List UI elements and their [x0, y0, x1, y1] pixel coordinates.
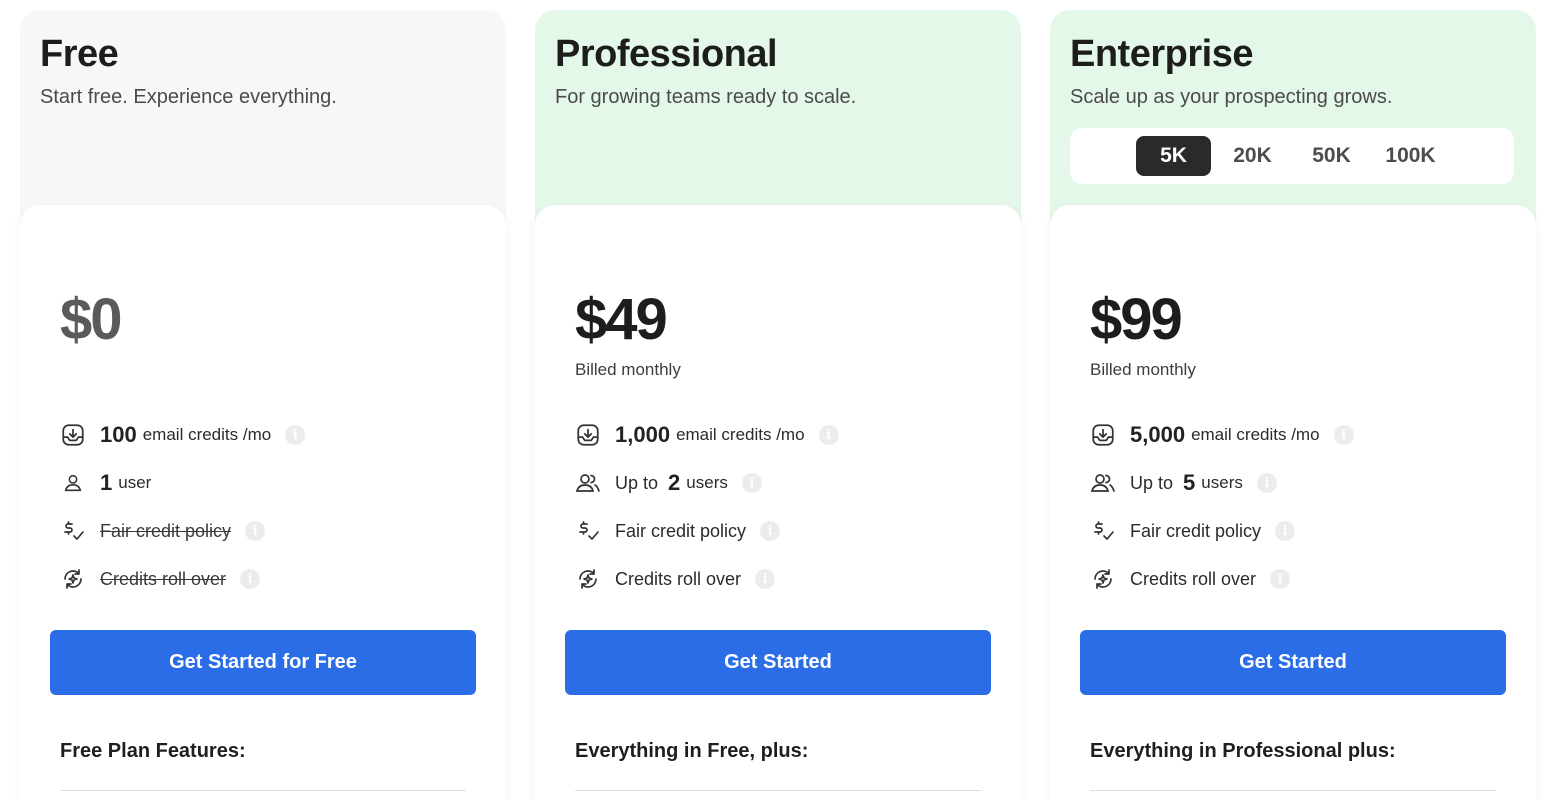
feature-label: users — [1201, 473, 1243, 492]
dollar-check-icon — [575, 518, 601, 544]
feature-label: Credits roll over — [1130, 568, 1257, 589]
feature-label: email credits /mo — [676, 425, 805, 444]
info-icon[interactable]: i — [1270, 569, 1291, 589]
plan-professional: Professional For growing teams ready to … — [535, 10, 1021, 800]
plan-card: $0 100 email credits /mo i 1 user Fair c… — [20, 205, 506, 800]
includes-heading: Everything in Free, plus: — [575, 740, 809, 762]
feature-rollover: Credits roll over i — [1090, 555, 1506, 603]
info-icon[interactable]: i — [240, 569, 261, 589]
feature-label: Fair credit policy — [615, 520, 747, 541]
info-icon[interactable]: i — [760, 521, 781, 541]
feature-value: 2 — [668, 470, 681, 495]
feature-value: 1,000 — [615, 422, 671, 447]
feature-value: 5 — [1183, 470, 1196, 495]
feature-label: email credits /mo — [1191, 425, 1320, 444]
feature-label: users — [686, 473, 728, 492]
feature-list: 1,000 email credits /mo i Up to 2 users … — [575, 411, 991, 603]
feature-list: 5,000 email credits /mo i Up to 5 users … — [1090, 411, 1506, 603]
feature-label: Credits roll over — [100, 568, 227, 589]
plan-header: Enterprise Scale up as your prospecting … — [1070, 32, 1516, 110]
get-started-button[interactable]: Get Started — [565, 630, 991, 695]
feature-email-credits: 1,000 email credits /mo i — [575, 411, 991, 459]
plan-title: Free — [40, 33, 119, 75]
info-icon[interactable]: i — [245, 521, 266, 541]
feature-label: Fair credit policy — [100, 520, 232, 541]
tier-option-20k[interactable]: 20K — [1215, 136, 1290, 176]
plan-enterprise: Enterprise Scale up as your prospecting … — [1050, 10, 1536, 800]
rollover-sparkle-icon — [575, 566, 601, 592]
plan-free: Free Start free. Experience everything. … — [20, 10, 506, 800]
tier-option-100k[interactable]: 100K — [1373, 136, 1448, 176]
feature-label: user — [118, 473, 152, 492]
plan-subtitle: Scale up as your prospecting grows. — [1070, 86, 1393, 108]
user-icon — [60, 470, 86, 496]
feature-users: 1 user — [60, 459, 476, 507]
feature-label: email credits /mo — [142, 425, 272, 444]
feature-label: Credits roll over — [615, 568, 742, 589]
info-icon[interactable]: i — [741, 473, 762, 493]
plan-card: $99 Billed monthly 5,000 email credits /… — [1050, 205, 1536, 800]
get-started-free-button[interactable]: Get Started for Free — [50, 630, 476, 695]
feature-email-credits: 5,000 email credits /mo i — [1090, 411, 1506, 459]
billing-period: Billed monthly — [575, 360, 681, 379]
tier-option-5k[interactable]: 5K — [1136, 136, 1211, 176]
price: $49 — [575, 287, 668, 352]
users-icon — [575, 470, 601, 496]
price: $0 — [60, 287, 122, 352]
feature-value: 1 — [100, 470, 113, 495]
feature-fair-credit: Fair credit policy i — [1090, 507, 1506, 555]
feature-prefix: Up to — [1130, 472, 1179, 493]
rollover-sparkle-icon — [60, 566, 86, 592]
tier-selector: 5K 20K 50K 100K — [1070, 128, 1514, 184]
billing-period: Billed monthly — [1090, 360, 1196, 379]
inbox-download-icon — [1090, 422, 1116, 448]
includes-heading: Free Plan Features: — [60, 740, 246, 762]
divider — [1090, 790, 1496, 791]
plan-header: Free Start free. Experience everything. — [40, 32, 486, 110]
plan-subtitle: For growing teams ready to scale. — [555, 86, 857, 108]
divider — [60, 790, 466, 791]
divider — [575, 790, 981, 791]
feature-fair-credit: Fair credit policy i — [575, 507, 991, 555]
dollar-check-icon — [60, 518, 86, 544]
dollar-check-icon — [1090, 518, 1116, 544]
feature-list: 100 email credits /mo i 1 user Fair cred… — [60, 411, 476, 603]
feature-prefix: Up to — [615, 472, 664, 493]
feature-users: Up to 5 users i — [1090, 459, 1506, 507]
feature-label: Fair credit policy — [1130, 520, 1262, 541]
feature-value: 100 — [100, 422, 137, 447]
plan-header: Professional For growing teams ready to … — [555, 32, 1001, 110]
users-icon — [1090, 470, 1116, 496]
includes-heading: Everything in Professional plus: — [1090, 740, 1396, 762]
info-icon[interactable]: i — [1333, 425, 1354, 445]
inbox-download-icon — [60, 422, 86, 448]
info-icon[interactable]: i — [1275, 521, 1296, 541]
info-icon[interactable]: i — [818, 425, 839, 445]
info-icon[interactable]: i — [1256, 473, 1277, 493]
plan-title: Enterprise — [1070, 33, 1253, 75]
info-icon[interactable]: i — [285, 425, 306, 445]
plan-subtitle: Start free. Experience everything. — [40, 86, 337, 108]
feature-email-credits: 100 email credits /mo i — [60, 411, 476, 459]
price: $99 — [1090, 287, 1183, 352]
info-icon[interactable]: i — [755, 569, 776, 589]
rollover-sparkle-icon — [1090, 566, 1116, 592]
plan-card: $49 Billed monthly 1,000 email credits /… — [535, 205, 1021, 800]
feature-rollover: Credits roll over i — [575, 555, 991, 603]
feature-users: Up to 2 users i — [575, 459, 991, 507]
inbox-download-icon — [575, 422, 601, 448]
tier-option-50k[interactable]: 50K — [1294, 136, 1369, 176]
get-started-button[interactable]: Get Started — [1080, 630, 1506, 695]
feature-fair-credit: Fair credit policy i — [60, 507, 476, 555]
feature-value: 5,000 — [1130, 422, 1186, 447]
plan-title: Professional — [555, 33, 778, 75]
feature-rollover: Credits roll over i — [60, 555, 476, 603]
